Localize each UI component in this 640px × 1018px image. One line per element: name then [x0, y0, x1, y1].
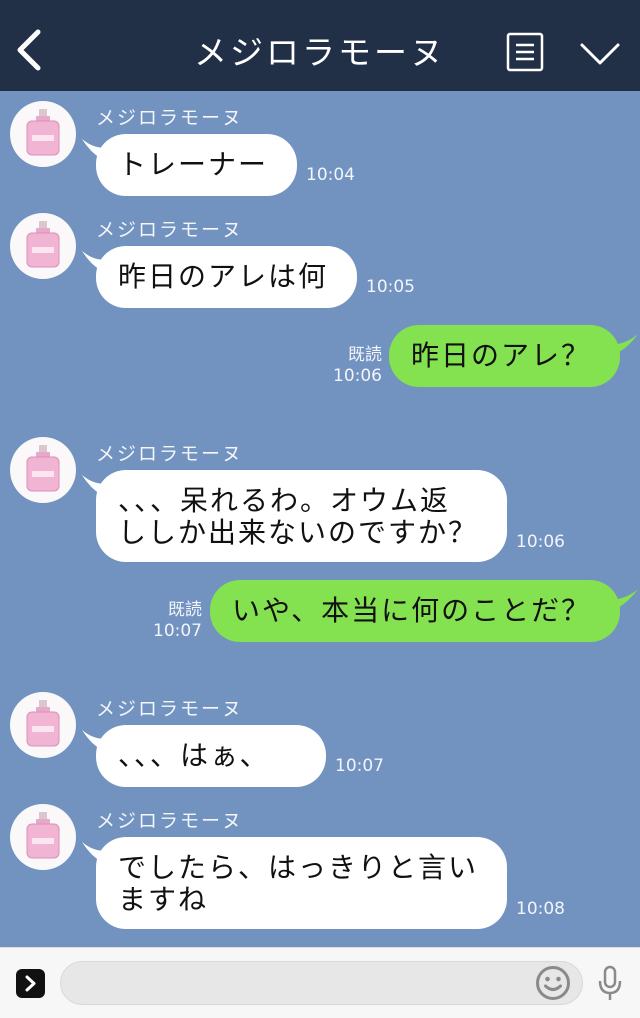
microphone-button[interactable] [597, 965, 623, 1003]
sender-name: メジロラモーヌ [96, 107, 244, 129]
message-bubble[interactable]: 、、、はぁ、 [96, 725, 326, 787]
message-time: 10:07 [153, 621, 202, 641]
chevron-down-icon [580, 43, 620, 65]
avatar[interactable] [10, 101, 76, 167]
sender-name: メジロラモーヌ [96, 810, 244, 832]
read-receipt: 既読 10:07 [148, 600, 202, 642]
message-bubble[interactable]: 昨日のアレは何 [96, 246, 357, 308]
expand-menu-button[interactable] [16, 969, 45, 998]
avatar[interactable] [10, 437, 76, 503]
avatar[interactable] [10, 804, 76, 870]
perfume-bottle-icon [26, 700, 60, 747]
message-text-line: 、、、呆れるわ。オウム返 [118, 484, 451, 517]
list-menu-icon [506, 32, 544, 72]
message-time: 10:06 [516, 532, 565, 552]
read-receipt: 既読 10:06 [330, 345, 382, 387]
chat-title: メジロラモーヌ [194, 33, 446, 72]
message-time: 10:07 [335, 756, 384, 776]
avatar[interactable] [10, 213, 76, 279]
message-list[interactable]: メジロラモーヌ トレーナー 10:04 メジロラモーヌ 昨日のアレは何 10:0… [0, 91, 640, 947]
message-bubble[interactable]: トレーナー [96, 134, 297, 196]
message-text-line: ししか出来ないのですか？ [118, 516, 479, 549]
chat-header: メジロラモーヌ [0, 0, 640, 91]
microphone-icon [598, 965, 622, 1000]
read-label: 既読 [348, 345, 382, 365]
message-input[interactable] [60, 961, 583, 1005]
message-time: 10:05 [366, 277, 415, 297]
message-bubble[interactable]: でしたら、はっきりと言い ますね [96, 837, 507, 929]
message-time: 10:04 [306, 165, 355, 185]
read-label: 既読 [168, 600, 202, 620]
menu-button[interactable] [506, 32, 544, 72]
chevron-right-icon [25, 975, 36, 992]
message-text-line: ますね [118, 883, 209, 916]
sender-name: メジロラモーヌ [96, 698, 244, 720]
perfume-bottle-icon [26, 812, 60, 859]
message-text-line: でしたら、はっきりと言い [118, 851, 479, 884]
perfume-bottle-icon [26, 109, 60, 156]
sender-name: メジロラモーヌ [96, 443, 244, 465]
message-time: 10:06 [333, 366, 382, 386]
message-input-bar [0, 947, 640, 1018]
message-bubble[interactable]: 、、、呆れるわ。オウム返 ししか出来ないのですか？ [96, 470, 507, 562]
avatar[interactable] [10, 692, 76, 758]
emoji-icon [536, 966, 570, 1000]
emoji-button[interactable] [535, 965, 571, 1001]
expand-options-button[interactable] [578, 38, 622, 68]
sender-name: メジロラモーヌ [96, 219, 244, 241]
message-time: 10:08 [516, 899, 565, 919]
perfume-bottle-icon [26, 445, 60, 492]
message-bubble[interactable]: いや、本当に何のことだ？ [210, 580, 620, 642]
perfume-bottle-icon [26, 221, 60, 268]
message-bubble[interactable]: 昨日のアレ？ [389, 325, 620, 387]
